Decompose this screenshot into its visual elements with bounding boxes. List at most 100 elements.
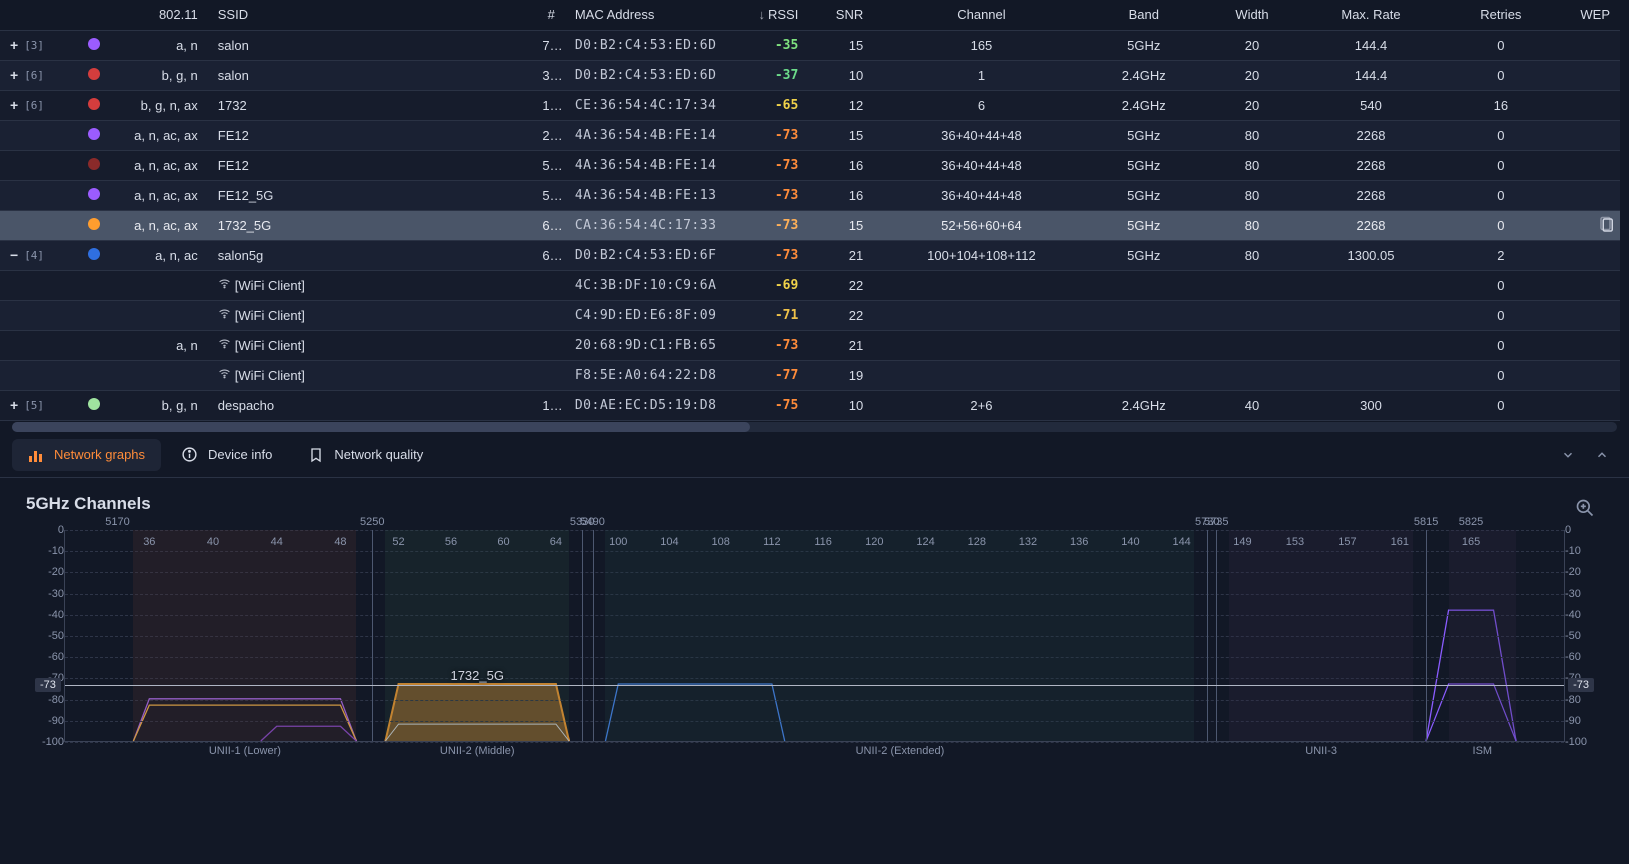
cell-width: 40 xyxy=(1198,390,1306,420)
col-rate[interactable]: Max. Rate xyxy=(1306,0,1436,30)
cell-rssi: -69 xyxy=(743,270,808,300)
col-ssid[interactable]: SSID xyxy=(208,0,533,30)
col-channel[interactable]: Channel xyxy=(873,0,1089,30)
col-count[interactable]: # xyxy=(532,0,564,30)
col-rssi[interactable]: ↓RSSI xyxy=(743,0,808,30)
copy-row-button[interactable] xyxy=(1591,210,1623,240)
table-row[interactable]: a, n, ac, ax1732_5G62CA:36:54:4C:17:33-7… xyxy=(0,210,1620,240)
table-row[interactable]: +[6]b, g, n, ax173214CE:36:54:4C:17:34-6… xyxy=(0,90,1620,120)
col-expand[interactable] xyxy=(0,0,78,30)
cell-rssi: -73 xyxy=(743,210,808,240)
expand-button[interactable]: +[3] xyxy=(10,37,44,53)
col-retries[interactable]: Retries xyxy=(1436,0,1566,30)
cell-mode: a, n, ac, ax xyxy=(110,150,207,180)
cell-rate: 2268 xyxy=(1306,210,1436,240)
table-row[interactable]: [WiFi Client]F8:5E:A0:64:22:D8-77190 xyxy=(0,360,1620,390)
cell-retries: 0 xyxy=(1436,120,1566,150)
scrollbar-thumb[interactable] xyxy=(12,422,750,432)
channel-label: 64 xyxy=(550,536,562,548)
channel-label: 124 xyxy=(916,536,934,548)
cell-mac: 4A:36:54:4B:FE:14 xyxy=(565,150,744,180)
chart-region xyxy=(1449,530,1516,741)
cell-rssi: -37 xyxy=(743,60,808,90)
table-row[interactable]: a, n, ac, axFE12504A:36:54:4B:FE:14-7316… xyxy=(0,150,1620,180)
cell-ssid: [WiFi Client] xyxy=(208,360,533,390)
cell-retries: 0 xyxy=(1436,390,1566,420)
color-dot-icon xyxy=(88,188,100,200)
col-rssi-label: RSSI xyxy=(768,7,798,22)
cell-count xyxy=(532,270,564,300)
chart-area[interactable]: 0-10-20-30-40-50-60-70-80-90-100 0-10-20… xyxy=(26,530,1603,760)
cell-channel: 36+40+44+48 xyxy=(873,180,1089,210)
cell-count: 67 xyxy=(532,240,564,270)
cell-retries: 0 xyxy=(1436,180,1566,210)
channel-label: 132 xyxy=(1019,536,1037,548)
cell-ssid: [WiFi Client] xyxy=(208,300,533,330)
cell-channel xyxy=(873,360,1089,390)
col-width[interactable]: Width xyxy=(1198,0,1306,30)
table-row[interactable]: +[6]b, g, nsalon34D0:B2:C4:53:ED:6D-3710… xyxy=(0,60,1620,90)
channel-label: 48 xyxy=(334,536,346,548)
table-row[interactable]: [WiFi Client]4C:3B:DF:10:C9:6A-69220 xyxy=(0,270,1620,300)
cell-width: 80 xyxy=(1198,240,1306,270)
collapse-down-button[interactable] xyxy=(1553,440,1583,470)
table-row[interactable]: −[4]a, n, acsalon5g67D0:B2:C4:53:ED:6F-7… xyxy=(0,240,1620,270)
tab-network-quality[interactable]: Network quality xyxy=(292,439,439,471)
cell-snr: 16 xyxy=(808,150,873,180)
channel-label: 161 xyxy=(1391,536,1409,548)
cell-channel: 2+6 xyxy=(873,390,1089,420)
expand-button[interactable]: +[6] xyxy=(10,67,44,83)
table-row[interactable]: a, n, ac, axFE12224A:36:54:4B:FE:14-7315… xyxy=(0,120,1620,150)
cell-count: 62 xyxy=(532,210,564,240)
cell-mac: D0:B2:C4:53:ED:6D xyxy=(565,30,744,60)
cell-channel: 1 xyxy=(873,60,1089,90)
expand-button[interactable]: +[6] xyxy=(10,97,44,113)
cell-width xyxy=(1198,300,1306,330)
col-wep[interactable]: WEP xyxy=(1566,0,1620,30)
tab-network-graphs[interactable]: Network graphs xyxy=(12,439,161,471)
cell-count: 54 xyxy=(532,180,564,210)
table-row[interactable]: a, n[WiFi Client]20:68:9D:C1:FB:65-73210 xyxy=(0,330,1620,360)
channel-label: 100 xyxy=(609,536,627,548)
color-dot-icon xyxy=(88,398,100,410)
zoom-button[interactable] xyxy=(1571,494,1599,522)
collapse-up-button[interactable] xyxy=(1587,440,1617,470)
table-row[interactable]: a, n, ac, axFE12_5G544A:36:54:4B:FE:13-7… xyxy=(0,180,1620,210)
region-label: UNII-1 (Lower) xyxy=(209,745,281,757)
cell-wep xyxy=(1566,300,1620,330)
cell-count: 70 xyxy=(532,30,564,60)
col-band[interactable]: Band xyxy=(1090,0,1198,30)
cell-rate xyxy=(1306,300,1436,330)
bar-chart-icon xyxy=(28,447,44,463)
col-mode[interactable]: 802.11 xyxy=(110,0,207,30)
chart-region xyxy=(1229,530,1413,741)
col-snr[interactable]: SNR xyxy=(808,0,873,30)
col-color[interactable] xyxy=(78,0,110,30)
networks-table-scroll[interactable]: 802.11 SSID # MAC Address ↓RSSI SNR Chan… xyxy=(0,0,1629,422)
cell-ssid: [WiFi Client] xyxy=(208,270,533,300)
cell-retries: 0 xyxy=(1436,60,1566,90)
chart-region xyxy=(385,530,569,741)
expand-button[interactable]: −[4] xyxy=(10,247,44,263)
channel-label: 56 xyxy=(445,536,457,548)
table-row[interactable]: [WiFi Client]C4:9D:ED:E6:8F:09-71220 xyxy=(0,300,1620,330)
cell-rssi: -73 xyxy=(743,330,808,360)
y-axis-left: 0-10-20-30-40-50-60-70-80-90-100 xyxy=(20,530,64,742)
cell-rssi: -77 xyxy=(743,360,808,390)
selected-network-label: 1732_5G xyxy=(450,668,504,683)
cell-rssi: -73 xyxy=(743,120,808,150)
cell-mode xyxy=(110,360,207,390)
chart-plot[interactable]: UNII-1 (Lower)UNII-2 (Middle)UNII-2 (Ext… xyxy=(64,530,1565,742)
table-row[interactable]: +[5]b, g, ndespacho15D0:AE:EC:D5:19:D8-7… xyxy=(0,390,1620,420)
tab-device-info[interactable]: Device info xyxy=(165,438,288,471)
cell-wep xyxy=(1566,330,1620,360)
networks-table: 802.11 SSID # MAC Address ↓RSSI SNR Chan… xyxy=(0,0,1620,421)
cell-width xyxy=(1198,360,1306,390)
cell-rssi: -73 xyxy=(743,150,808,180)
cell-rate: 2268 xyxy=(1306,180,1436,210)
horizontal-scrollbar[interactable] xyxy=(12,422,1617,432)
col-mac[interactable]: MAC Address xyxy=(565,0,744,30)
expand-button[interactable]: +[5] xyxy=(10,397,44,413)
cell-count xyxy=(532,360,564,390)
table-row[interactable]: +[3]a, nsalon70D0:B2:C4:53:ED:6D-3515165… xyxy=(0,30,1620,60)
